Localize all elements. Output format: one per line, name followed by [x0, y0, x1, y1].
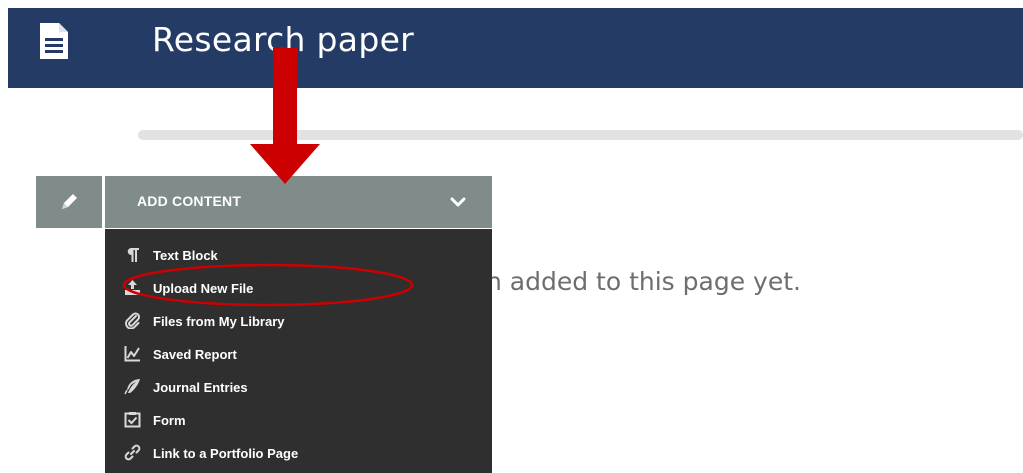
- document-icon: [40, 23, 68, 59]
- link-icon: [124, 444, 141, 461]
- menu-item-saved-report[interactable]: Saved Report: [105, 338, 492, 371]
- pencil-icon: [62, 194, 77, 209]
- menu-item-link-portfolio-page[interactable]: Link to a Portfolio Page: [105, 437, 492, 470]
- page-header: Research paper: [8, 8, 1023, 88]
- menu-item-journal-entries[interactable]: Journal Entries: [105, 371, 492, 404]
- line-chart-icon: [124, 346, 140, 362]
- add-content-label: ADD CONTENT: [137, 193, 242, 209]
- checkbox-icon: [124, 412, 141, 428]
- edit-button[interactable]: [36, 176, 102, 228]
- annotation-arrow-icon: [250, 48, 320, 184]
- chevron-down-icon: [450, 197, 466, 207]
- empty-state-message: n added to this page yet.: [486, 267, 801, 296]
- annotation-ellipse: [122, 263, 414, 307]
- feather-icon: [124, 379, 140, 395]
- menu-item-form[interactable]: Form: [105, 404, 492, 437]
- paperclip-icon: [125, 312, 141, 329]
